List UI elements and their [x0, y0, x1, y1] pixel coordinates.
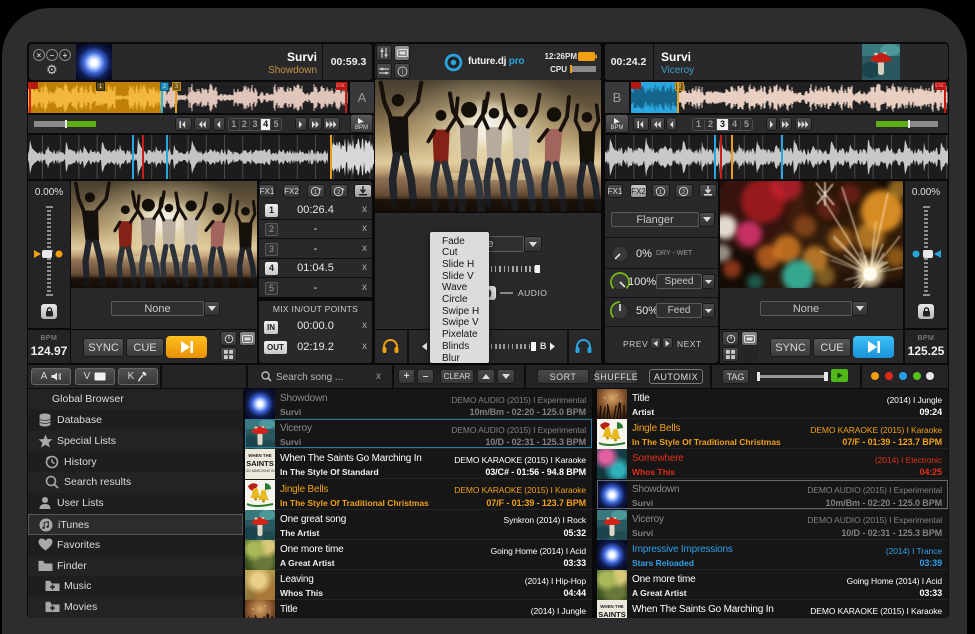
svg-text:i: i [401, 68, 403, 76]
svg-text:WHEN THE: WHEN THE [248, 453, 271, 458]
svg-text:GO MARCHING IN: GO MARCHING IN [245, 469, 275, 473]
svg-text:SAINTS: SAINTS [598, 610, 626, 618]
svg-text:WHEN THE: WHEN THE [600, 604, 623, 609]
svg-text:SAINTS: SAINTS [246, 459, 274, 468]
